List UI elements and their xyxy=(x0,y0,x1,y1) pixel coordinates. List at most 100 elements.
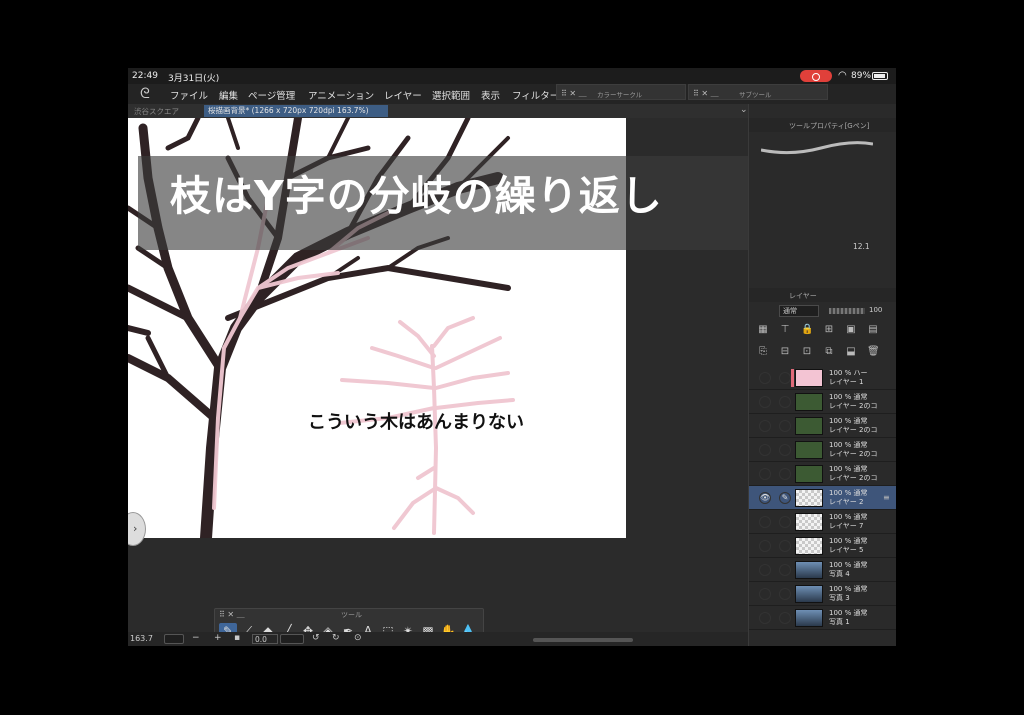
tool-palette-title: ツール xyxy=(341,611,362,619)
rotate-left-button[interactable]: ↺ xyxy=(312,633,320,643)
menu-icon[interactable]: ≡ xyxy=(883,493,890,502)
mask-icon[interactable]: ▣ xyxy=(845,324,857,336)
menu-filter[interactable]: フィルター xyxy=(512,88,559,102)
layer-row-selected[interactable]: 👁 ✎ 100 % 通常 レイヤー 2 ≡ xyxy=(749,486,896,510)
menu-edit[interactable]: 編集 xyxy=(219,88,238,102)
new-layer-icon[interactable]: ⎘ xyxy=(757,346,769,358)
opacity-value[interactable]: 100 xyxy=(869,306,882,314)
menu-layer[interactable]: レイヤー xyxy=(384,88,422,102)
menu-selection[interactable]: 選択範囲 xyxy=(432,88,470,102)
layer-row[interactable]: 100 % 通常 写真 1 xyxy=(749,606,896,630)
palette-controls[interactable]: ⠿ ✕ ＿ xyxy=(693,88,719,99)
brush-size-value[interactable]: 12.1 xyxy=(853,242,870,251)
new-vector-icon[interactable]: ⊟ xyxy=(779,346,791,358)
app-screen: 22:49 3月31日(火) ◠ 89% ᘓ ファイル 編集 ページ管理 アニメ… xyxy=(128,68,896,646)
zoom-slider[interactable] xyxy=(164,634,184,644)
layer-thumbnail xyxy=(795,537,823,555)
layer-lock-toggle[interactable] xyxy=(779,564,791,576)
copy-layer-icon[interactable]: ⧉ xyxy=(823,346,835,358)
caption-text: 枝はY字の分岐の繰り返し xyxy=(170,172,663,220)
visibility-toggle[interactable] xyxy=(759,564,771,576)
zoom-value[interactable]: 163.7 xyxy=(130,634,153,643)
layer-lock-toggle[interactable] xyxy=(779,540,791,552)
pen-icon[interactable]: ✎ xyxy=(779,492,791,504)
fit-button[interactable]: ▪ xyxy=(234,633,240,643)
layer-panel-header[interactable]: レイヤー xyxy=(749,288,896,302)
layer-opacity: 100 % xyxy=(829,465,852,473)
layer-lock-toggle[interactable] xyxy=(779,420,791,432)
palette-controls[interactable]: ⠿ ✕ ＿ xyxy=(561,88,587,99)
sub-tool-title: サブツール xyxy=(739,91,772,99)
layer-lock-toggle[interactable] xyxy=(779,612,791,624)
visibility-toggle[interactable] xyxy=(759,516,771,528)
menu-animation[interactable]: アニメーション xyxy=(308,88,374,102)
trash-icon[interactable]: 🗑 xyxy=(867,346,880,358)
tab-document[interactable]: 桜描画背景* (1266 x 720px 720dpi 163.7%) xyxy=(204,105,388,117)
visibility-toggle[interactable] xyxy=(759,612,771,624)
layer-reference-icon[interactable]: ⊤ xyxy=(779,324,791,336)
layer-row[interactable]: 100 % 通常 写真 4 xyxy=(749,558,896,582)
record-icon[interactable] xyxy=(800,70,832,82)
layer-thumbnail xyxy=(795,465,823,483)
menu-page[interactable]: ページ管理 xyxy=(248,88,295,102)
tool-palette-header[interactable]: ⠿ ✕ ＿ ツール xyxy=(215,609,483,620)
horizontal-scrollbar[interactable] xyxy=(533,638,633,642)
layer-blend: 通常 xyxy=(853,537,868,545)
layer-lock-toggle[interactable] xyxy=(779,396,791,408)
visibility-toggle[interactable] xyxy=(759,468,771,480)
color-circle-palette[interactable]: ⠿ ✕ ＿ カラーサークル xyxy=(556,84,686,100)
chevron-down-icon[interactable]: ⌄ xyxy=(740,105,748,115)
layer-blend: 通常 xyxy=(853,417,868,425)
merge-icon[interactable]: ⬓ xyxy=(845,346,857,358)
visibility-toggle[interactable] xyxy=(759,420,771,432)
layer-row[interactable]: 100 % 通常 レイヤー 2のコ xyxy=(749,390,896,414)
layer-row[interactable]: 100 % 通常 写真 3 xyxy=(749,582,896,606)
menu-file[interactable]: ファイル xyxy=(170,88,208,102)
layer-lock-toggle[interactable] xyxy=(779,516,791,528)
layer-blend: 通常 xyxy=(853,441,868,449)
canvas-area[interactable]: こういう木はあんまりない 枝はY字の分岐の繰り返し › ⠿ ✕ ＿ ツール ✎ … xyxy=(128,118,748,646)
layer-name: 写真 3 xyxy=(829,594,850,602)
tab-file[interactable]: 渋谷スクエア xyxy=(134,106,179,117)
document-tab-bar: 渋谷スクエア 桜描画背景* (1266 x 720px 720dpi 163.7… xyxy=(128,104,748,118)
layer-row[interactable]: 100 % 通常 レイヤー 2のコ xyxy=(749,414,896,438)
layer-lock-toggle[interactable] xyxy=(779,588,791,600)
layer-lock-toggle[interactable] xyxy=(779,444,791,456)
layer-info: 100 % 通常 レイヤー 2のコ xyxy=(829,465,877,483)
layer-lock-toggle[interactable] xyxy=(779,468,791,480)
opacity-slider[interactable] xyxy=(829,308,865,314)
visibility-toggle[interactable] xyxy=(759,588,771,600)
visibility-toggle[interactable] xyxy=(759,396,771,408)
layer-row[interactable]: 100 % 通常 レイヤー 5 xyxy=(749,534,896,558)
rotate-right-button[interactable]: ↻ xyxy=(332,633,340,643)
zoom-out-button[interactable]: − xyxy=(192,633,200,643)
layer-name: レイヤー 7 xyxy=(829,522,864,530)
visibility-toggle[interactable] xyxy=(759,372,771,384)
layer-blend: 通常 xyxy=(853,513,868,521)
ruler-icon[interactable]: ▤ xyxy=(867,324,879,336)
layer-lock-toggle[interactable] xyxy=(779,372,791,384)
palette-controls[interactable]: ⠿ ✕ ＿ xyxy=(219,609,245,620)
rotation-value[interactable]: 0.0 xyxy=(252,634,278,644)
menu-view[interactable]: 表示 xyxy=(481,88,500,102)
visibility-toggle[interactable] xyxy=(759,444,771,456)
new-folder-icon[interactable]: ⊡ xyxy=(801,346,813,358)
reset-rotation-button[interactable]: ⊙ xyxy=(354,633,362,643)
layer-row[interactable]: 100 % 通常 レイヤー 2のコ xyxy=(749,462,896,486)
blend-mode-select[interactable]: 通常 xyxy=(779,305,819,317)
layer-row[interactable]: 100 % ハー レイヤー 1 xyxy=(749,366,896,390)
layer-blend: 通常 xyxy=(853,489,868,497)
clip-studio-logo-icon[interactable]: ᘓ xyxy=(140,86,150,102)
eye-icon[interactable]: 👁 xyxy=(759,492,771,504)
layer-row[interactable]: 100 % 通常 レイヤー 7 xyxy=(749,510,896,534)
visibility-toggle[interactable] xyxy=(759,540,771,552)
sub-tool-palette[interactable]: ⠿ ✕ ＿ サブツール xyxy=(688,84,828,100)
layer-row[interactable]: 100 % 通常 レイヤー 2のコ xyxy=(749,438,896,462)
rotation-slider[interactable] xyxy=(280,634,304,644)
layer-thumbnail xyxy=(795,585,823,603)
tool-property-header[interactable]: ツールプロパティ[Gペン] xyxy=(749,118,896,132)
layer-clip-icon[interactable]: ▦ xyxy=(757,324,769,336)
lock-alpha-icon[interactable]: ⊞ xyxy=(823,324,835,336)
zoom-in-button[interactable]: + xyxy=(214,633,222,643)
lock-icon[interactable]: 🔒 xyxy=(801,324,813,336)
